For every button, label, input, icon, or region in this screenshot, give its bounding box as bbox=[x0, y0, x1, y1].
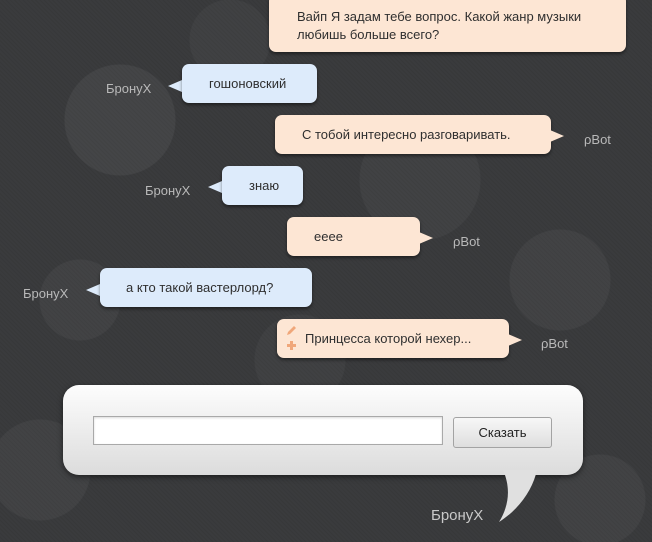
bubble-tail bbox=[419, 232, 433, 244]
bot-message: Принцесса которой нехер... bbox=[277, 319, 509, 358]
edit-controls bbox=[285, 325, 299, 353]
message-author: БронуХ bbox=[23, 286, 69, 301]
bubble-tail bbox=[550, 130, 564, 142]
current-user-name: БронуХ bbox=[431, 507, 484, 524]
message-text: С тобой интересно разговаривать. bbox=[302, 127, 511, 142]
message-text-line: Вайп Я задам тебе вопрос. Какой жанр муз… bbox=[297, 9, 582, 24]
bot-message: ееее bbox=[287, 217, 420, 256]
bubble-tail bbox=[508, 334, 522, 346]
pencil-icon[interactable] bbox=[286, 325, 297, 336]
user-message: а кто такой вастерлорд? bbox=[100, 268, 312, 307]
plus-icon[interactable] bbox=[286, 340, 297, 351]
message-author: ρBot bbox=[541, 336, 568, 351]
message-author: ρBot bbox=[584, 132, 611, 147]
bubble-tail bbox=[168, 80, 182, 92]
bot-message: Вайп Я задам тебе вопрос. Какой жанр муз… bbox=[269, 0, 626, 52]
say-button[interactable]: Сказать bbox=[453, 417, 552, 448]
message-author: БронуХ bbox=[145, 183, 191, 198]
message-text-line: любишь больше всего? bbox=[297, 27, 440, 42]
bubble-tail bbox=[86, 284, 100, 296]
message-text: знаю bbox=[249, 178, 280, 193]
message-text: ееее bbox=[314, 229, 343, 244]
message-author: ρBot bbox=[453, 234, 480, 249]
bubble-tail bbox=[208, 181, 222, 193]
user-message: гошоновский bbox=[182, 64, 317, 103]
message-author: БронуХ bbox=[106, 81, 152, 96]
composer-tail bbox=[499, 470, 537, 522]
message-text: а кто такой вастерлорд? bbox=[126, 280, 274, 295]
message-input[interactable] bbox=[93, 416, 443, 445]
message-text: гошоновский bbox=[209, 76, 287, 91]
user-message: знаю bbox=[222, 166, 303, 205]
message-text: Принцесса которой нехер... bbox=[305, 331, 472, 346]
bot-message: С тобой интересно разговаривать. bbox=[275, 115, 551, 154]
